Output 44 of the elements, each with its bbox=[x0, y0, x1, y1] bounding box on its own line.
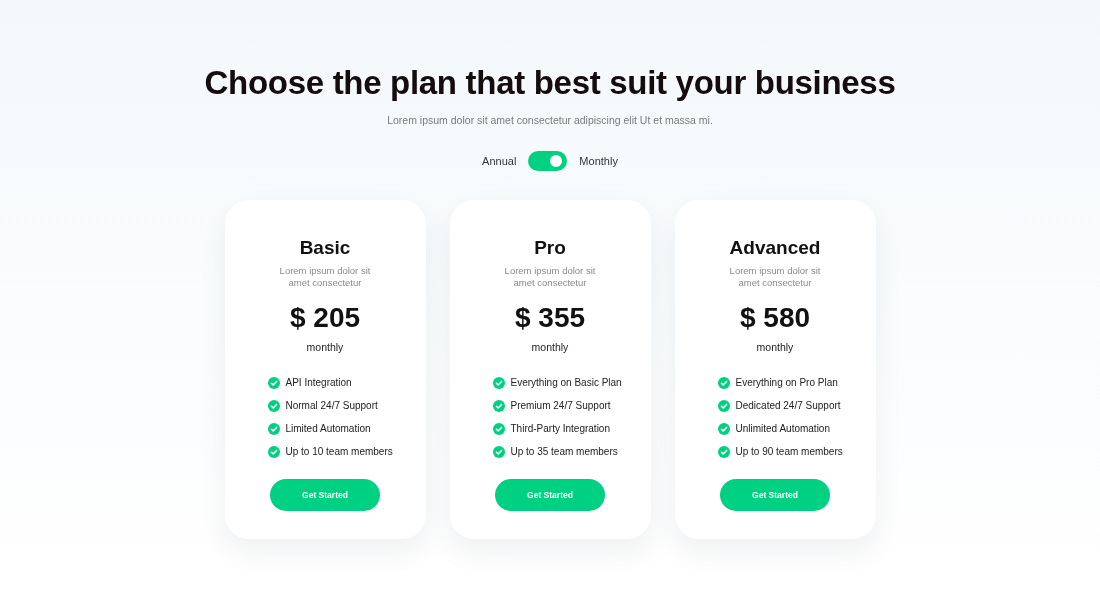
monthly-label: Monthly bbox=[579, 154, 618, 168]
feature-text: Normal 24/7 Support bbox=[285, 399, 378, 413]
get-started-button[interactable]: Get Started bbox=[270, 479, 380, 511]
feature-text: Third-Party Integration bbox=[510, 422, 610, 436]
plan-description: Lorem ipsum dolor sit amet consectetur bbox=[278, 265, 372, 289]
get-started-button[interactable]: Get Started bbox=[495, 479, 605, 511]
plan-name: Basic bbox=[299, 237, 351, 259]
check-icon bbox=[717, 377, 730, 389]
billing-period: monthly bbox=[306, 340, 344, 354]
annual-label: Annual bbox=[482, 154, 517, 168]
check-icon bbox=[492, 377, 505, 389]
feature-text: Up to 10 team members bbox=[285, 445, 393, 459]
feature-text: Limited Automation bbox=[285, 422, 371, 436]
plan-description: Lorem ipsum dolor sit amet consectetur bbox=[728, 265, 822, 289]
check-icon bbox=[267, 446, 280, 458]
check-icon bbox=[267, 400, 280, 412]
plan-price: $ 205 bbox=[289, 301, 361, 335]
feature-text: Everything on Pro Plan bbox=[735, 376, 838, 390]
get-started-button[interactable]: Get Started bbox=[720, 479, 830, 511]
feature-text: Dedicated 24/7 Support bbox=[735, 399, 841, 413]
feature-text: Everything on Basic Plan bbox=[510, 376, 622, 390]
check-icon bbox=[717, 446, 730, 458]
feature-text: Up to 35 team members bbox=[510, 445, 618, 459]
check-icon bbox=[267, 377, 280, 389]
check-icon bbox=[492, 423, 505, 435]
check-icon bbox=[492, 446, 505, 458]
billing-period: monthly bbox=[756, 340, 794, 354]
plan-price: $ 355 bbox=[514, 301, 586, 335]
page-title: Choose the plan that best suit your business bbox=[204, 63, 896, 103]
toggle-switch[interactable] bbox=[528, 151, 568, 171]
feature-text: Up to 90 team members bbox=[735, 445, 843, 459]
feature-text: Premium 24/7 Support bbox=[510, 399, 611, 413]
check-icon bbox=[267, 423, 280, 435]
plan-name: Advanced bbox=[729, 237, 821, 259]
check-icon bbox=[492, 400, 505, 412]
page-subtitle: Lorem ipsum dolor sit amet consectetur adipiscing elit Ut et massa mi. bbox=[387, 113, 713, 127]
feature-text: Unlimited Automation bbox=[735, 422, 830, 436]
plan-name: Pro bbox=[534, 237, 566, 259]
check-icon bbox=[717, 400, 730, 412]
feature-text: API Integration bbox=[285, 376, 352, 390]
check-icon bbox=[717, 423, 730, 435]
plan-price: $ 580 bbox=[739, 301, 811, 335]
plan-description: Lorem ipsum dolor sit amet consectetur bbox=[503, 265, 597, 289]
billing-period: monthly bbox=[531, 340, 569, 354]
